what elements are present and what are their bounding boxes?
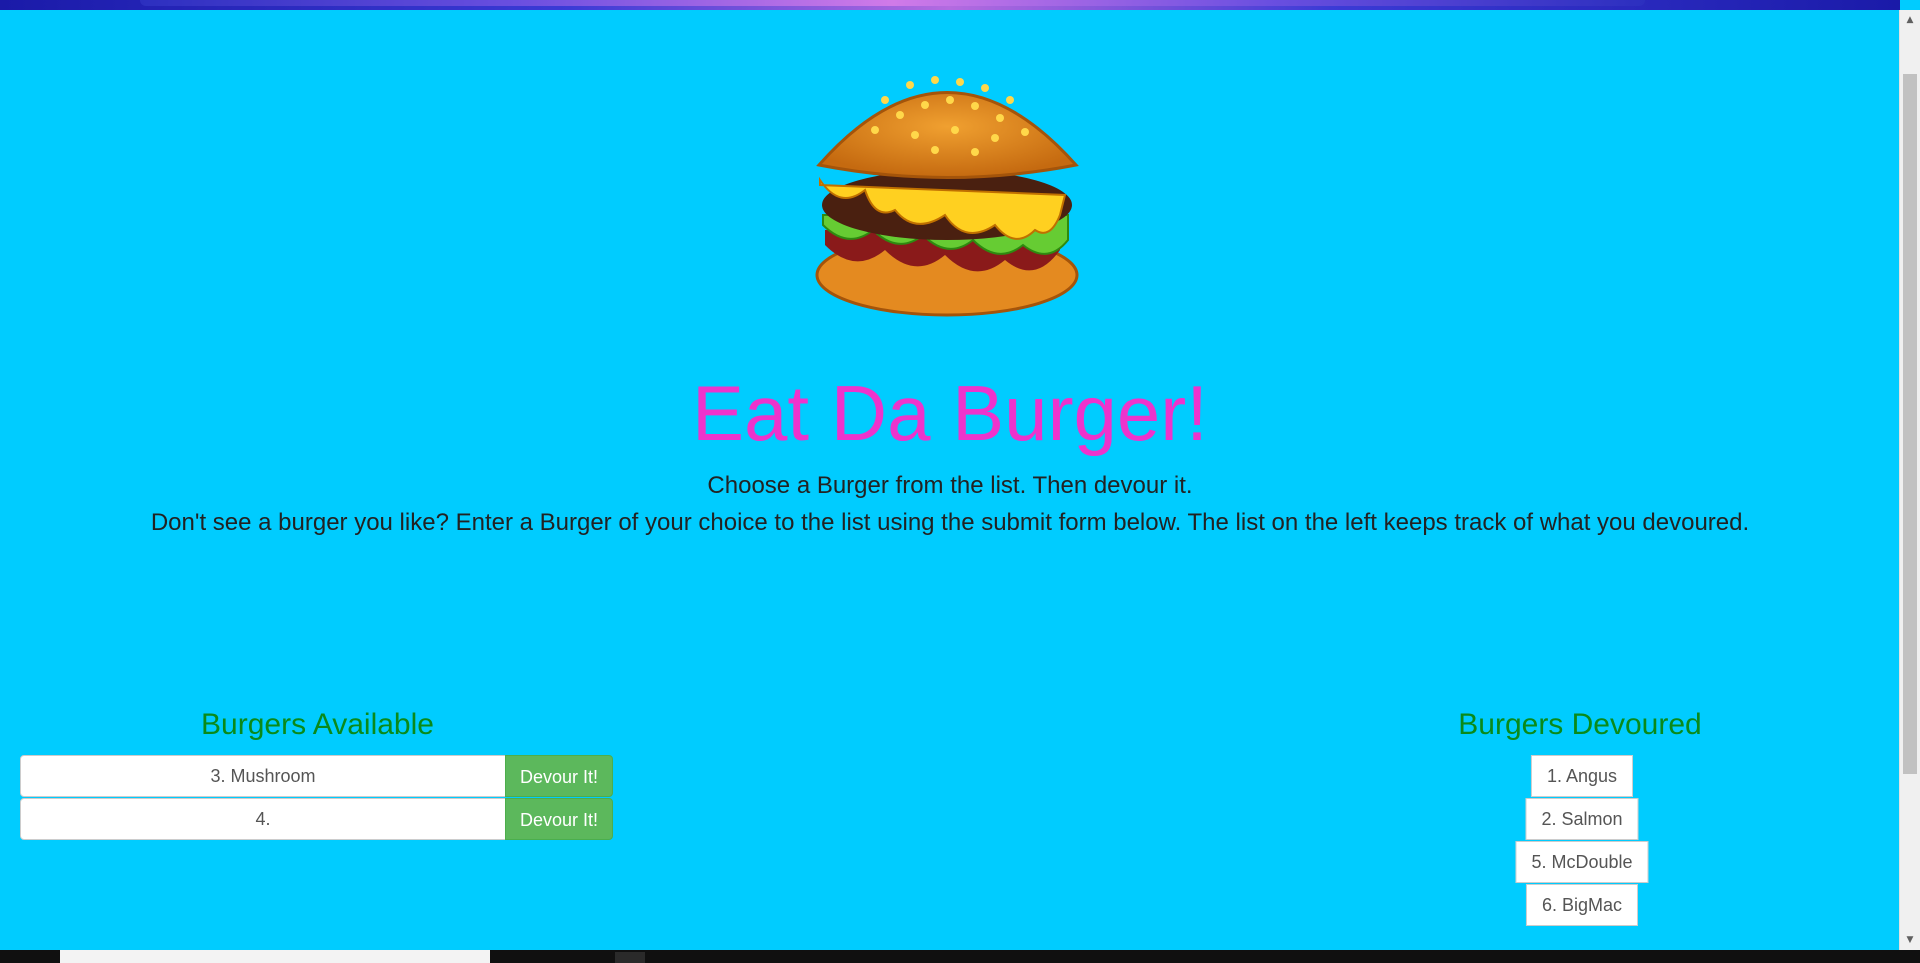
- devoured-burger-item: 6. BigMac: [1525, 884, 1639, 926]
- available-burger-name: 4.: [20, 798, 506, 840]
- burger-icon: [815, 76, 1079, 317]
- up-arrow-icon[interactable]: ▲: [1900, 12, 1920, 28]
- devoured-burger-item: 5. McDouble: [1515, 841, 1649, 883]
- available-burger-name: 3. Mushroom: [20, 755, 506, 797]
- browser-top-bar: [0, 0, 1900, 10]
- burgers-available-heading: Burgers Available: [201, 708, 434, 741]
- taskbar-app-icon[interactable]: [615, 952, 645, 963]
- devour-button[interactable]: Devour It!: [505, 755, 613, 797]
- taskbar: [0, 950, 1920, 963]
- devoured-burger-item: 2. Salmon: [1525, 798, 1639, 840]
- page-description: Don't see a burger you like? Enter a Bur…: [150, 509, 1750, 536]
- available-burger-row: 3. Mushroom Devour It!: [20, 755, 613, 797]
- taskbar-search[interactable]: [60, 950, 490, 963]
- top-bar-pill: [140, 0, 1645, 6]
- page-title: Eat Da Burger!: [692, 369, 1208, 457]
- available-burger-row: 4. Devour It!: [20, 798, 613, 840]
- vertical-scrollbar[interactable]: ▲ ▼: [1899, 10, 1920, 950]
- down-arrow-icon[interactable]: ▼: [1900, 932, 1920, 948]
- devour-button[interactable]: Devour It!: [505, 798, 613, 840]
- devoured-burger-item: 1. Angus: [1530, 755, 1634, 797]
- page-subtitle: Choose a Burger from the list. Then devo…: [707, 472, 1193, 499]
- scrollbar-thumb[interactable]: [1903, 74, 1917, 774]
- burgers-devoured-heading: Burgers Devoured: [1458, 708, 1702, 741]
